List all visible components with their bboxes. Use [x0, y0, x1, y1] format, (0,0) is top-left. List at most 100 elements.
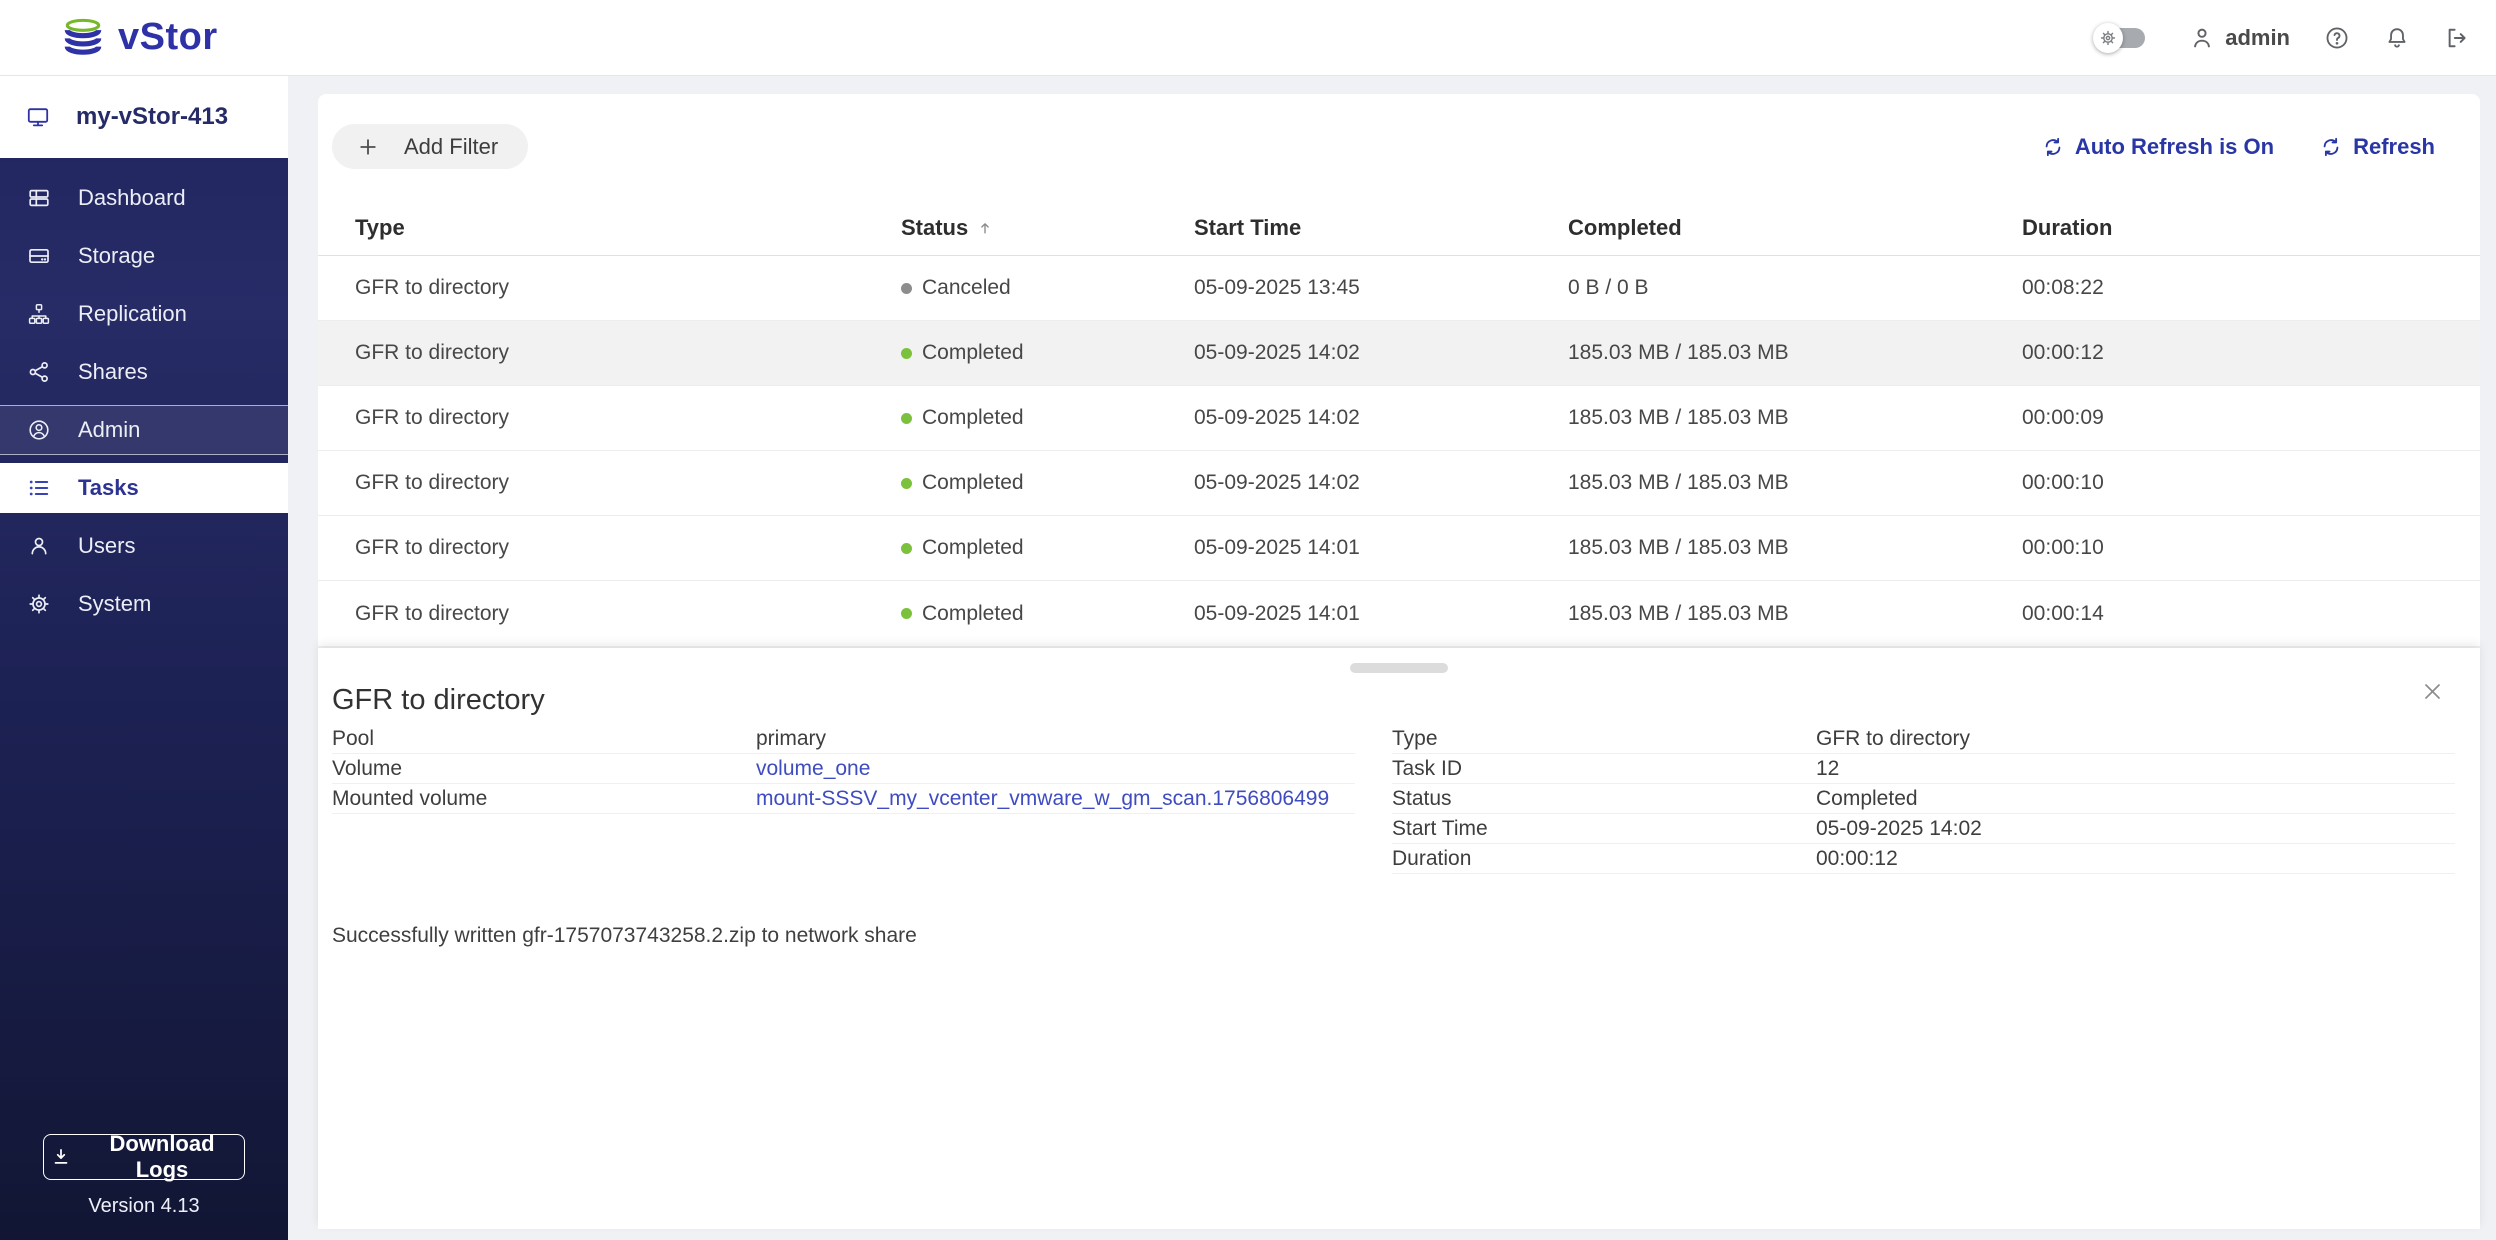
sidebar-item-tasks[interactable]: Tasks [0, 463, 288, 513]
sidebar-item-label: Admin [78, 417, 141, 442]
cell-status: Completed [901, 341, 1194, 365]
sidebar-item-label: Shares [78, 359, 148, 384]
sidebar-item-label: Dashboard [78, 185, 186, 210]
panel-drag-handle[interactable] [1350, 663, 1448, 673]
tasks-icon [27, 476, 51, 500]
cell-type: GFR to directory [355, 406, 510, 429]
cell-status: Completed [901, 602, 1194, 626]
table-toolbar: Add Filter Auto Refresh is On Refresh [318, 94, 2480, 200]
status-dot [901, 477, 912, 489]
cell-duration: 00:00:10 [2022, 471, 2104, 494]
column-header-type[interactable]: Type [355, 215, 901, 241]
detail-field-mounted-volume: Mounted volume mount-SSSV_my_vcenter_vmwa… [332, 784, 1355, 814]
topbar: vStor admin [0, 0, 2496, 76]
theme-toggle-gear-icon [2093, 23, 2124, 53]
cell-duration: 00:00:10 [2022, 536, 2104, 559]
cell-completed: 185.03 MB / 185.03 MB [1568, 601, 1789, 625]
cell-completed: 185.03 MB / 185.03 MB [1568, 536, 1789, 559]
table-row[interactable]: GFR to directory Completed 05-09-2025 14:0… [318, 321, 2480, 386]
column-header-completed[interactable]: Completed [1568, 215, 2022, 241]
cell-completed: 0 B / 0 B [1568, 276, 1649, 299]
sidebar-item-shares[interactable]: Shares [0, 347, 288, 397]
field-value: 05-09-2025 14:02 [1816, 816, 1982, 840]
table-row[interactable]: GFR to directory Canceled 05-09-2025 13:45… [318, 256, 2480, 321]
status-dot [901, 282, 912, 294]
field-value: GFR to directory [1816, 726, 1971, 750]
table-row[interactable]: GFR to directory Completed 05-09-2025 14:0… [318, 516, 2480, 581]
cell-start-time: 05-09-2025 14:02 [1194, 471, 1360, 494]
logout-icon[interactable] [2444, 25, 2470, 51]
field-label: Status [1392, 786, 1452, 810]
auto-refresh-button[interactable]: Auto Refresh is On [2042, 134, 2274, 160]
field-label: Type [1392, 726, 1438, 750]
table-header: Type Status Start Time Completed Duration [318, 200, 2480, 256]
sidebar: my-vStor-413 Dashboard Storage Replication… [0, 76, 288, 1240]
cell-type: GFR to directory [355, 341, 510, 364]
refresh-controls: Auto Refresh is On Refresh [2042, 94, 2435, 200]
storage-icon [27, 244, 51, 268]
sidebar-item-label: Replication [78, 301, 187, 326]
field-label: Volume [332, 756, 403, 780]
user-icon [2189, 25, 2215, 51]
cell-status: Completed [901, 471, 1194, 495]
table-row[interactable]: GFR to directory Completed 05-09-2025 14:0… [318, 581, 2480, 646]
sidebar-item-storage[interactable]: Storage [0, 231, 288, 281]
table-row[interactable]: GFR to directory Completed 05-09-2025 14:0… [318, 386, 2480, 451]
refresh-icon [2320, 136, 2342, 158]
task-result-message: Successfully written gfr-1757073743258.2… [332, 924, 917, 947]
refresh-button[interactable]: Refresh [2320, 134, 2435, 160]
add-filter-button[interactable]: Add Filter [332, 124, 529, 169]
cell-status: Completed [901, 536, 1194, 560]
table-row[interactable]: GFR to directory Completed 05-09-2025 14:0… [318, 451, 2480, 516]
sidebar-item-system[interactable]: System [0, 579, 288, 629]
column-header-duration[interactable]: Duration [2022, 215, 2480, 241]
notifications-bell-icon[interactable] [2384, 25, 2410, 51]
field-value: primary [756, 726, 827, 750]
sidebar-item-admin[interactable]: Admin [0, 405, 288, 455]
download-logs-button[interactable]: Download Logs [43, 1131, 245, 1182]
cell-duration: 00:00:12 [2022, 341, 2104, 364]
tasks-table-card: Add Filter Auto Refresh is On Refresh Ty… [318, 94, 2480, 646]
field-label: Mounted volume [332, 786, 488, 810]
cell-completed: 185.03 MB / 185.03 MB [1568, 406, 1789, 429]
theme-toggle[interactable] [2093, 23, 2146, 53]
field-value[interactable]: volume_one [756, 757, 870, 781]
cell-type: GFR to directory [355, 471, 510, 494]
help-icon[interactable] [2324, 25, 2350, 51]
cell-start-time: 05-09-2025 14:01 [1194, 536, 1360, 559]
user-menu[interactable]: admin [2189, 25, 2290, 51]
sidebar-item-replication[interactable]: Replication [0, 289, 288, 339]
table-body: GFR to directory Canceled 05-09-2025 13:45… [318, 256, 2480, 646]
brand-name: vStor [118, 16, 218, 58]
admin-icon [27, 418, 51, 442]
node-name: my-vStor-413 [76, 103, 229, 130]
sidebar-nav: Dashboard Storage Replication Shares Admin Ta… [0, 158, 288, 629]
sync-icon [2042, 136, 2064, 158]
version-label: Version 4.13 [88, 1195, 200, 1217]
detail-fields-right: Type GFR to directory Task ID 12 Status Compl… [1392, 724, 2455, 874]
sidebar-item-label: Users [78, 533, 136, 558]
download-icon [50, 1146, 72, 1168]
column-header-status[interactable]: Status [901, 215, 1194, 241]
plus-icon [356, 135, 380, 159]
app-root: vStor admin my-vStor-413 Dashboard Stora… [0, 0, 2496, 1240]
brand-logo: vStor [60, 15, 218, 61]
field-value[interactable]: mount-SSSV_my_vcenter_vmware_w_gm_scan.1… [756, 787, 1329, 811]
status-dot [901, 608, 912, 619]
cell-type: GFR to directory [355, 536, 510, 559]
task-detail-panel: GFR to directory Pool primary Volume volume… [318, 648, 2480, 1229]
sidebar-item-users[interactable]: Users [0, 521, 288, 571]
close-icon[interactable] [2419, 678, 2446, 705]
detail-fields-left: Pool primary Volume volume_one Mounted volum… [332, 724, 1355, 814]
field-label: Start Time [1392, 816, 1488, 840]
cell-duration: 00:08:22 [2022, 276, 2104, 299]
detail-field-volume: Volume volume_one [332, 754, 1355, 784]
status-dot [901, 412, 912, 424]
column-header-start-time[interactable]: Start Time [1194, 215, 1568, 241]
sidebar-item-label: System [78, 591, 152, 616]
sidebar-item-dashboard[interactable]: Dashboard [0, 173, 288, 223]
field-value: 12 [1816, 756, 1840, 780]
node-selector[interactable]: my-vStor-413 [0, 76, 288, 158]
dashboard-icon [27, 186, 51, 210]
field-label: Duration [1392, 846, 1472, 870]
